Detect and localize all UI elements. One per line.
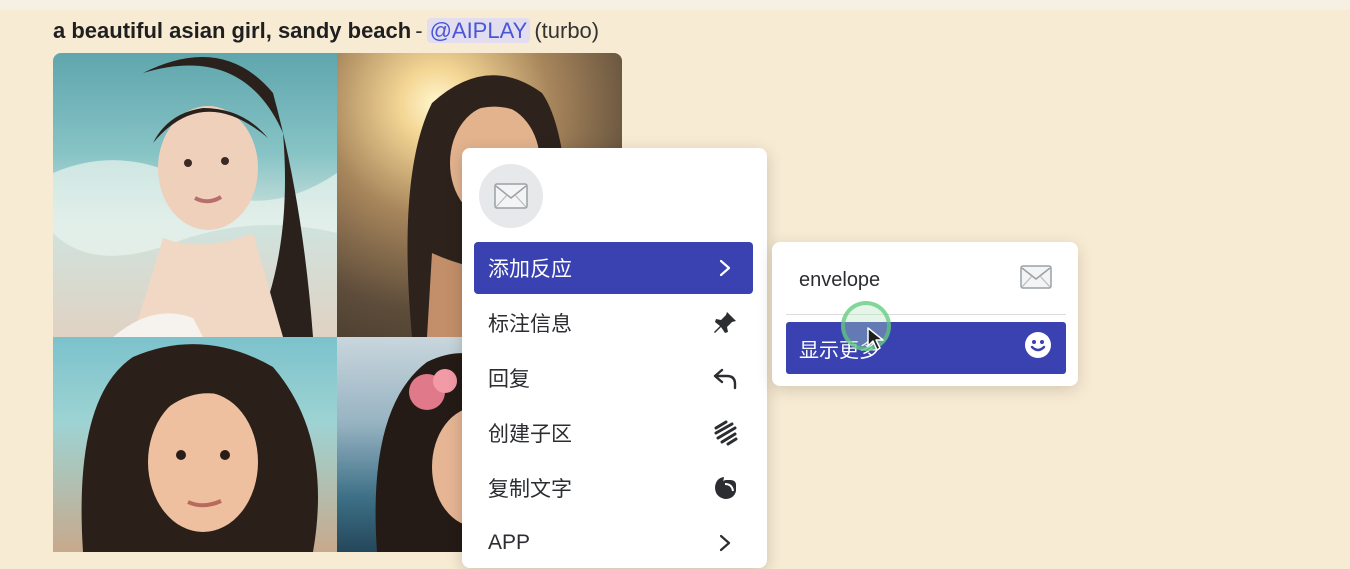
chevron-right-icon xyxy=(711,254,739,282)
image-tile-1[interactable] xyxy=(53,53,337,337)
show-more-reactions-button[interactable]: 显示更多 xyxy=(786,322,1066,374)
envelope-icon xyxy=(1020,265,1052,295)
chevron-right-icon xyxy=(711,529,739,557)
menu-item-pin-message[interactable]: 标注信息 xyxy=(474,297,753,349)
menu-item-create-thread[interactable]: 创建子区 xyxy=(474,407,753,459)
portrait-illustration xyxy=(81,344,318,552)
prompt-text: a beautiful asian girl, sandy beach xyxy=(53,18,412,43)
envelope-icon xyxy=(494,183,528,209)
mouse-cursor-icon xyxy=(866,326,886,357)
separator: - xyxy=(415,18,423,43)
reaction-submenu: envelope 显示更多 xyxy=(772,242,1078,386)
message-header: a beautiful asian girl, sandy beach - @AIP… xyxy=(53,16,599,46)
menu-item-label: 复制文字 xyxy=(488,478,572,501)
reaction-option-envelope[interactable]: envelope xyxy=(786,254,1066,306)
menu-item-add-reaction[interactable]: 添加反应 xyxy=(474,242,753,294)
portrait-illustration xyxy=(53,57,337,337)
message-context-menu: 添加反应 标注信息 回复 创建子区 复制文字 APP xyxy=(462,148,767,568)
copy-icon xyxy=(711,474,739,502)
menu-item-apps[interactable]: APP xyxy=(474,517,753,569)
user-mention[interactable]: @AIPLAY xyxy=(426,18,531,43)
pin-icon xyxy=(711,309,739,337)
menu-item-label: 创建子区 xyxy=(488,423,572,446)
mode-tag: (turbo) xyxy=(534,18,600,43)
thread-icon xyxy=(711,419,739,447)
menu-item-label: 回复 xyxy=(488,368,530,391)
image-tile-3[interactable] xyxy=(53,337,337,552)
menu-item-copy-text[interactable]: 复制文字 xyxy=(474,462,753,514)
menu-item-label: 添加反应 xyxy=(488,258,572,281)
menu-item-reply[interactable]: 回复 xyxy=(474,352,753,404)
top-strip xyxy=(0,0,1350,10)
smiley-icon xyxy=(1024,331,1052,365)
quick-reaction-button[interactable] xyxy=(479,164,543,228)
menu-item-label: 标注信息 xyxy=(488,313,572,336)
reply-arrow-icon xyxy=(711,364,739,392)
reaction-option-label: envelope xyxy=(799,268,881,291)
menu-item-label: APP xyxy=(488,531,531,554)
submenu-divider xyxy=(786,314,1066,315)
